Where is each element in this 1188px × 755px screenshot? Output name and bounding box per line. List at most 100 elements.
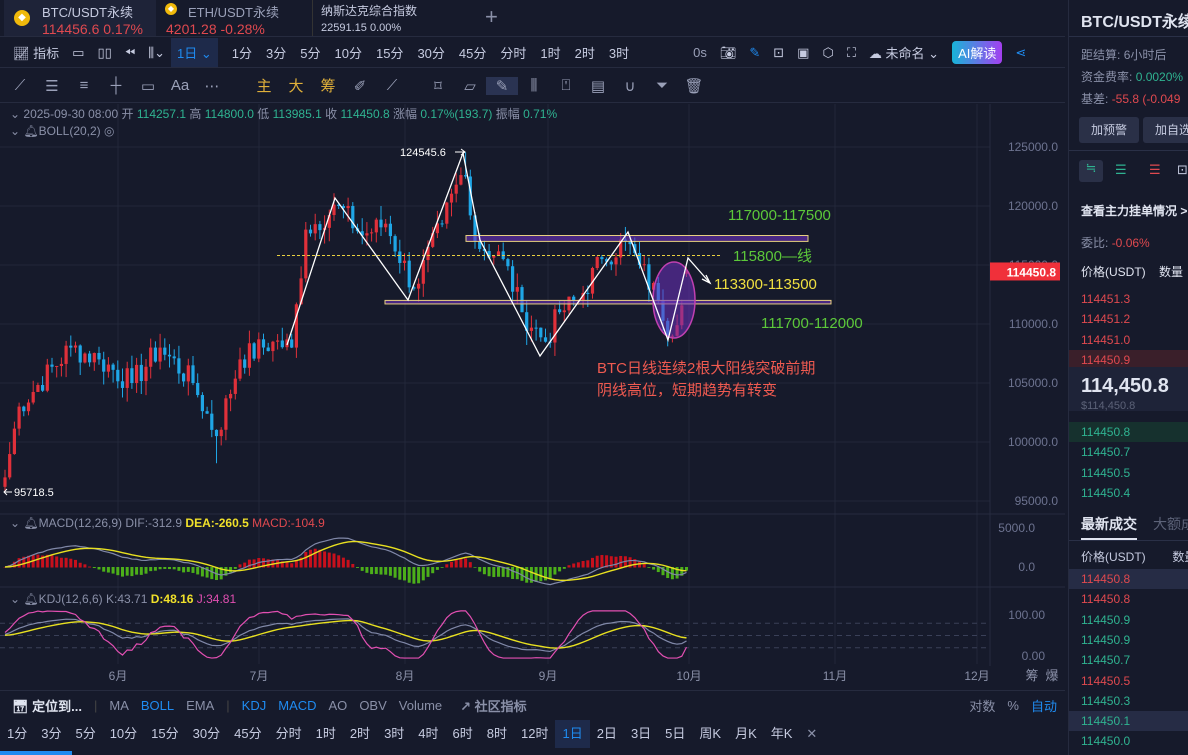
interval-6[interactable]: 45分 — [459, 43, 486, 62]
add-favorite-button[interactable]: 加自选 — [1143, 117, 1188, 143]
bell-icon[interactable]: 🔔︎ — [23, 592, 38, 606]
add-alert-button[interactable]: 加预警 — [1079, 117, 1139, 143]
pencil-icon[interactable]: ✎ — [749, 45, 760, 61]
collapse-icon[interactable]: ⌄ — [10, 516, 20, 530]
parallel-icon[interactable]: ☰ — [36, 77, 68, 95]
timeframe-0[interactable]: 1分 — [0, 720, 34, 748]
timeframe-17[interactable]: 3日 — [624, 720, 658, 748]
orderbook-both-icon[interactable]: ≒ — [1079, 160, 1103, 182]
collapse-icon[interactable]: ⌄ — [10, 107, 20, 121]
timeframe-9[interactable]: 2时 — [343, 720, 377, 748]
timeframe-3[interactable]: 10分 — [103, 720, 144, 748]
timeframe-7[interactable]: 分时 — [269, 720, 309, 748]
interval-2[interactable]: 5分 — [300, 43, 320, 62]
timeframe-10[interactable]: 3时 — [377, 720, 411, 748]
timeframe-6[interactable]: 45分 — [227, 720, 268, 748]
tab-nasdaq[interactable]: 纳斯达克综合指数 22591.15 0.00% — [312, 0, 462, 36]
main-tool[interactable]: 主 — [248, 75, 280, 96]
timeframe-1[interactable]: 3分 — [34, 720, 68, 748]
orderbook-bids-icon[interactable]: ☰ — [1115, 162, 1127, 178]
tab-eth[interactable]: ◆ ETH/USDT永续 4201.28 -0.28% — [158, 0, 308, 37]
interval-select[interactable]: 1日 ⌄ — [171, 38, 218, 67]
add-window-icon[interactable]: ⊡ — [773, 45, 784, 61]
bell-icon[interactable]: 🔔︎ — [23, 124, 38, 138]
ind-macd[interactable]: MACD — [278, 698, 316, 713]
chip-tool[interactable]: 筹 — [312, 75, 344, 96]
interval-8[interactable]: 1时 — [540, 43, 560, 62]
scroll-indicator[interactable] — [0, 751, 72, 755]
locate-button[interactable]: 📅︎ 定位到... — [12, 696, 82, 715]
timeframe-14[interactable]: 12时 — [514, 720, 555, 748]
ind-boll[interactable]: BOLL — [141, 698, 174, 713]
timeframe-12[interactable]: 6时 — [446, 720, 480, 748]
timeframe-2[interactable]: 5分 — [68, 720, 102, 748]
timeframe-8[interactable]: 1时 — [309, 720, 343, 748]
camera-icon[interactable]: 📷︎ — [720, 45, 737, 61]
timeframe-15[interactable]: 1日 — [555, 720, 590, 748]
layout-name-select[interactable]: ☁ 未命名 ⌄ — [869, 43, 939, 62]
hide-icon[interactable]: ⟋ — [376, 77, 408, 94]
interval-3[interactable]: 10分 — [335, 43, 362, 62]
fib-icon[interactable]: ≡ — [68, 77, 100, 94]
interval-0[interactable]: 1分 — [232, 43, 252, 62]
ind-volume[interactable]: Volume — [399, 698, 442, 713]
candle-icon[interactable]: ⫼ — [518, 77, 550, 94]
close-icon[interactable]: ✕ — [799, 720, 824, 748]
interval-9[interactable]: 2时 — [575, 43, 595, 62]
indicator-button[interactable]: 📈︎ 指标 — [13, 43, 59, 62]
settings-icon[interactable]: ⬡ — [822, 45, 833, 61]
auto-scale-toggle[interactable]: 自动 — [1031, 696, 1057, 715]
timeframe-5[interactable]: 30分 — [186, 720, 227, 748]
log-scale-toggle[interactable]: 对数 — [969, 696, 995, 715]
trash-icon[interactable]: 🗑︎ — [678, 77, 710, 95]
timeframe-16[interactable]: 2日 — [590, 720, 624, 748]
tab-latest-trades[interactable]: 最新成交 — [1081, 514, 1137, 534]
bookmark-icon[interactable]: ⌑ — [422, 77, 454, 95]
layout-icon[interactable]: ▯▯ — [97, 45, 111, 61]
text-icon[interactable]: Aa — [164, 77, 196, 94]
tab-large-trades[interactable]: 大额成 — [1153, 514, 1188, 534]
timeframe-18[interactable]: 5日 — [658, 720, 692, 748]
filter-icon[interactable]: ⏷ — [646, 77, 678, 94]
tab-btc[interactable]: ◆ BTC/USDT永续 114456.6 0.17% — [4, 0, 156, 37]
edit-icon[interactable]: ✐ — [344, 77, 376, 95]
ruler-icon[interactable]: ▱ — [454, 77, 486, 95]
ind-ao[interactable]: AO — [329, 698, 348, 713]
ind-ema[interactable]: EMA — [186, 698, 214, 713]
ind-ma[interactable]: MA — [109, 698, 129, 713]
share-icon[interactable]: ⋖ — [1015, 45, 1026, 61]
interval-4[interactable]: 15分 — [376, 43, 403, 62]
community-indicators[interactable]: ↗ 社区指标 — [460, 696, 527, 715]
timeframe-4[interactable]: 15分 — [144, 720, 185, 748]
rect-icon[interactable]: ▭ — [132, 77, 164, 95]
timeframe-20[interactable]: 月K — [728, 720, 764, 748]
orderbook-asks-icon[interactable]: ☰ — [1149, 162, 1161, 178]
ai-read-button[interactable]: AI解读 — [952, 41, 1003, 64]
timeframe-19[interactable]: 周K — [692, 720, 728, 748]
collapse-icon[interactable]: ⌄ — [10, 124, 20, 138]
note-icon[interactable]: ▤ — [582, 77, 614, 95]
timeframe-13[interactable]: 8时 — [480, 720, 514, 748]
replay-icon[interactable]: ⏪︎ — [125, 45, 135, 61]
hline-icon[interactable]: ┼ — [100, 77, 132, 94]
percent-scale-toggle[interactable]: % — [1007, 698, 1019, 713]
magnet-icon[interactable]: ∪ — [614, 77, 646, 95]
big-tool[interactable]: 大 — [280, 75, 312, 96]
interval-5[interactable]: 30分 — [417, 43, 444, 62]
template-icon[interactable]: ▭ — [72, 45, 84, 61]
interval-7[interactable]: 分时 — [500, 43, 526, 62]
interval-1[interactable]: 3分 — [266, 43, 286, 62]
ind-obv[interactable]: OBV — [359, 698, 386, 713]
eye-icon[interactable]: ◎ — [104, 124, 114, 138]
alert-icon[interactable]: ▣ — [797, 45, 809, 61]
lock-icon[interactable]: ⍞ — [550, 77, 582, 94]
bell-icon[interactable]: 🔔︎ — [23, 516, 38, 530]
draw-mode-icon[interactable]: ✎ — [486, 76, 518, 95]
timeframe-11[interactable]: 4时 — [411, 720, 445, 748]
more-icon[interactable]: ⋯ — [196, 77, 228, 95]
fullscreen-icon[interactable]: ⛶ — [847, 45, 856, 61]
interval-10[interactable]: 3时 — [609, 43, 629, 62]
timeframe-21[interactable]: 年K — [764, 720, 800, 748]
candle-type-icon[interactable]: ⫼⌄ — [148, 45, 165, 61]
collapse-icon[interactable]: ⌄ — [10, 592, 20, 606]
